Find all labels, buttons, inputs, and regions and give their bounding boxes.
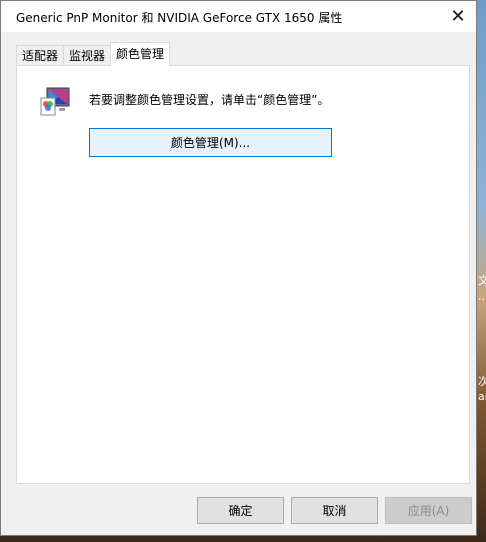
color-management-icon [40, 87, 70, 116]
cancel-button[interactable]: 取消 [291, 497, 378, 524]
tab-color-management[interactable]: 颜色管理 [110, 42, 171, 66]
desktop-text-fragment: 文 [478, 274, 486, 287]
close-icon: ✕ [450, 6, 466, 27]
tab-adapter[interactable]: 适配器 [16, 45, 65, 66]
color-management-button[interactable]: 颜色管理(M)... [89, 128, 332, 157]
window-title: Generic PnP Monitor 和 NVIDIA GeForce GTX… [16, 11, 343, 25]
desktop-text-fragment: ...t [478, 290, 486, 303]
title-bar[interactable]: Generic PnP Monitor 和 NVIDIA GeForce GTX… [1, 1, 476, 32]
desktop-text-fragment: ar [478, 390, 486, 403]
tab-monitor[interactable]: 监视器 [63, 45, 112, 66]
instruction-text: 若要调整颜色管理设置，请单击“颜色管理”。 [89, 93, 330, 107]
tab-panel: 若要调整颜色管理设置，请单击“颜色管理”。 颜色管理(M)... [16, 65, 470, 484]
desktop-text-fragment: 次 [478, 375, 486, 388]
ok-button[interactable]: 确定 [197, 497, 284, 524]
tab-strip: 适配器 监视器 颜色管理 [16, 42, 171, 66]
properties-dialog: Generic PnP Monitor 和 NVIDIA GeForce GTX… [0, 0, 477, 536]
apply-button[interactable]: 应用(A) [385, 497, 472, 524]
close-button[interactable]: ✕ [440, 1, 476, 32]
